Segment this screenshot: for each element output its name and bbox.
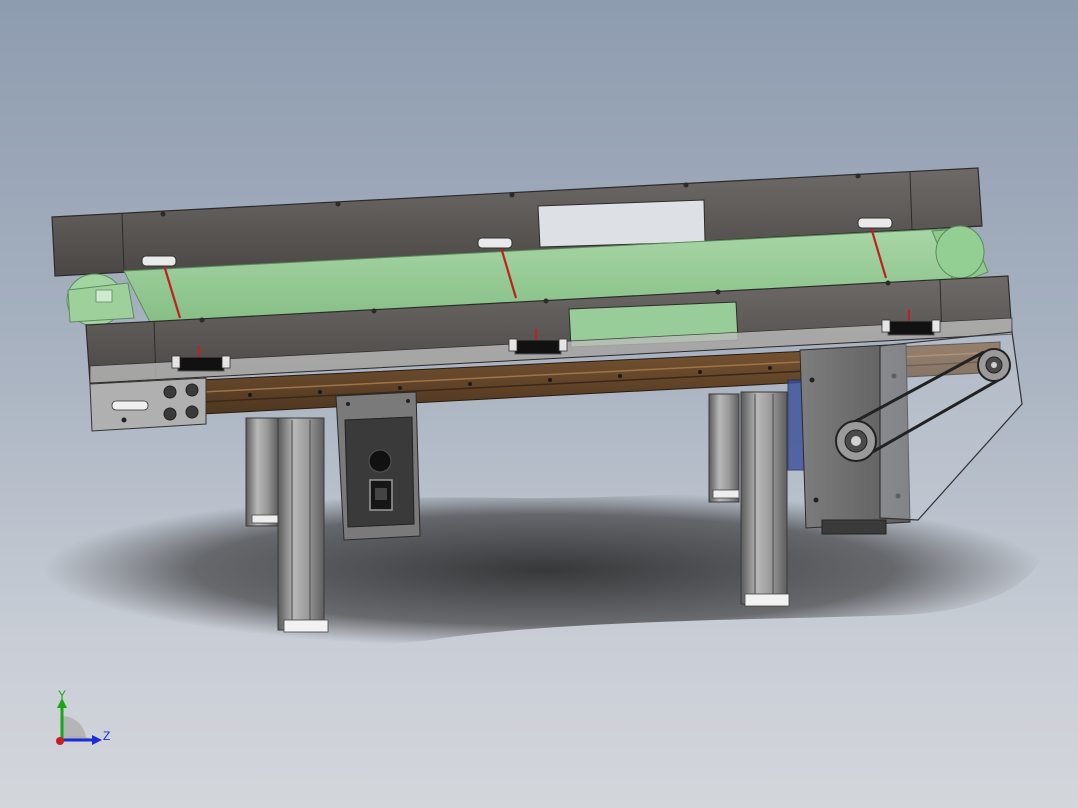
left-end-plate [89,377,207,432]
back-leg-left [245,417,279,527]
x-axis-point [56,737,64,745]
cad-viewport[interactable]: Y Z [0,0,1078,808]
front-leg-left [277,417,329,633]
coordinate-triad [56,698,102,745]
back-leg-right [708,393,740,503]
axis-y-label: Y [58,688,67,702]
axis-z-label: Z [103,729,111,743]
conveyor-assembly-model[interactable] [0,0,1078,808]
front-leg-right [740,391,790,607]
control-box [335,391,421,541]
